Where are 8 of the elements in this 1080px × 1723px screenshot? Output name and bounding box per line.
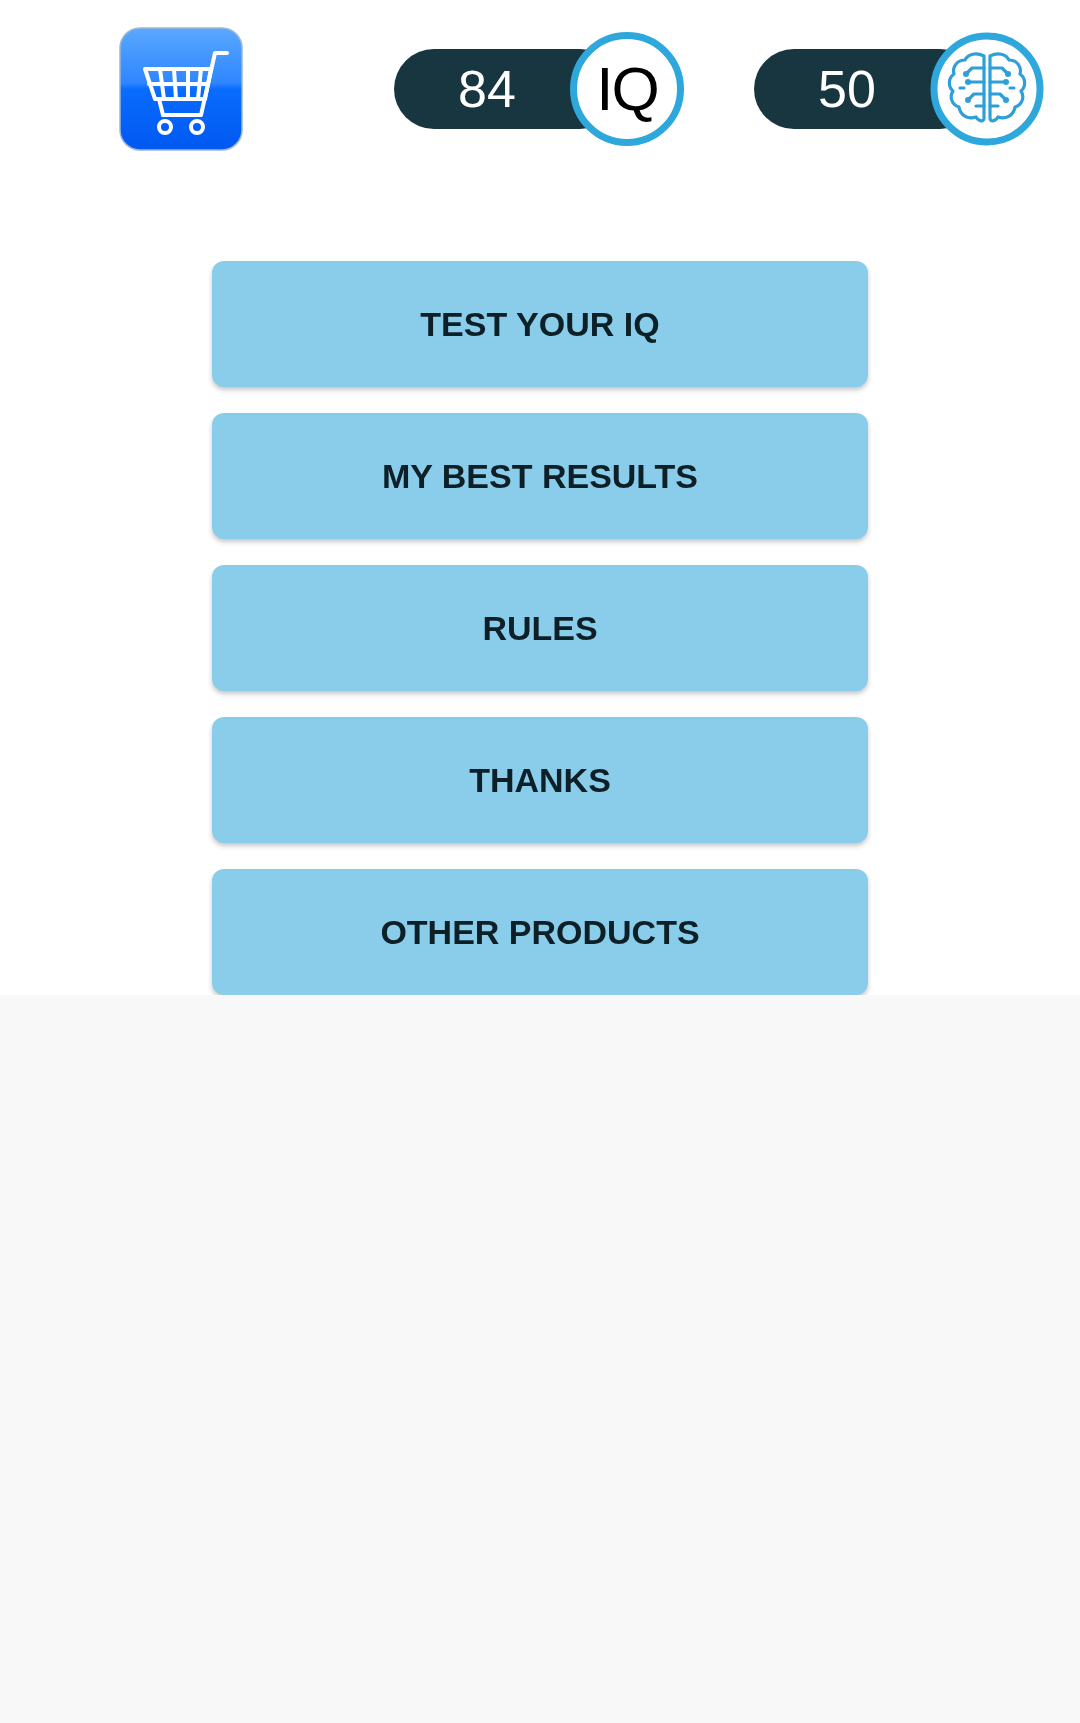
iq-badge: IQ xyxy=(570,32,684,146)
brain-icon xyxy=(930,32,1044,146)
menu-button[interactable]: OTHER PRODUCTS xyxy=(212,869,868,995)
shopping-cart-icon[interactable] xyxy=(119,27,243,151)
menu-button[interactable]: MY BEST RESULTS xyxy=(212,413,868,539)
menu-button[interactable]: TEST YOUR IQ xyxy=(212,261,868,387)
menu-button[interactable]: THANKS xyxy=(212,717,868,843)
menu-button[interactable]: RULES xyxy=(212,565,868,691)
